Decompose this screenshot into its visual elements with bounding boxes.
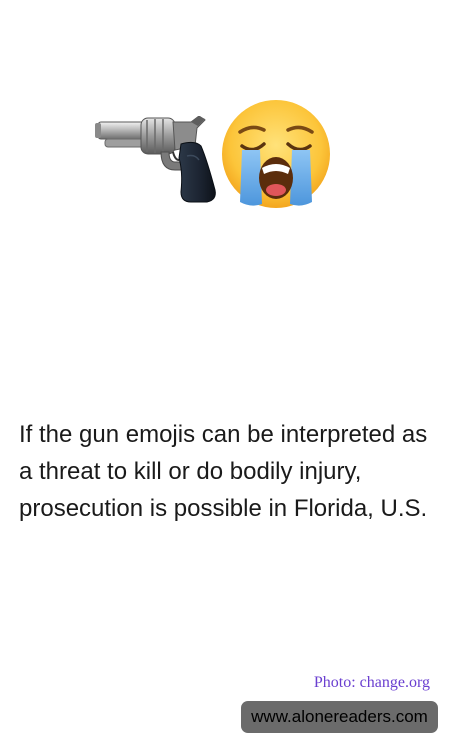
site-link-badge[interactable]: www.alonereaders.com bbox=[241, 701, 438, 733]
page: If the gun emojis can be interpreted as … bbox=[0, 0, 450, 750]
photo-credit: Photo: change.org bbox=[313, 674, 430, 691]
loudly-crying-face-icon bbox=[222, 100, 330, 208]
pistol-icon bbox=[95, 116, 216, 203]
body-text: If the gun emojis can be interpreted as … bbox=[19, 421, 428, 522]
emoji-illustration bbox=[95, 98, 340, 210]
